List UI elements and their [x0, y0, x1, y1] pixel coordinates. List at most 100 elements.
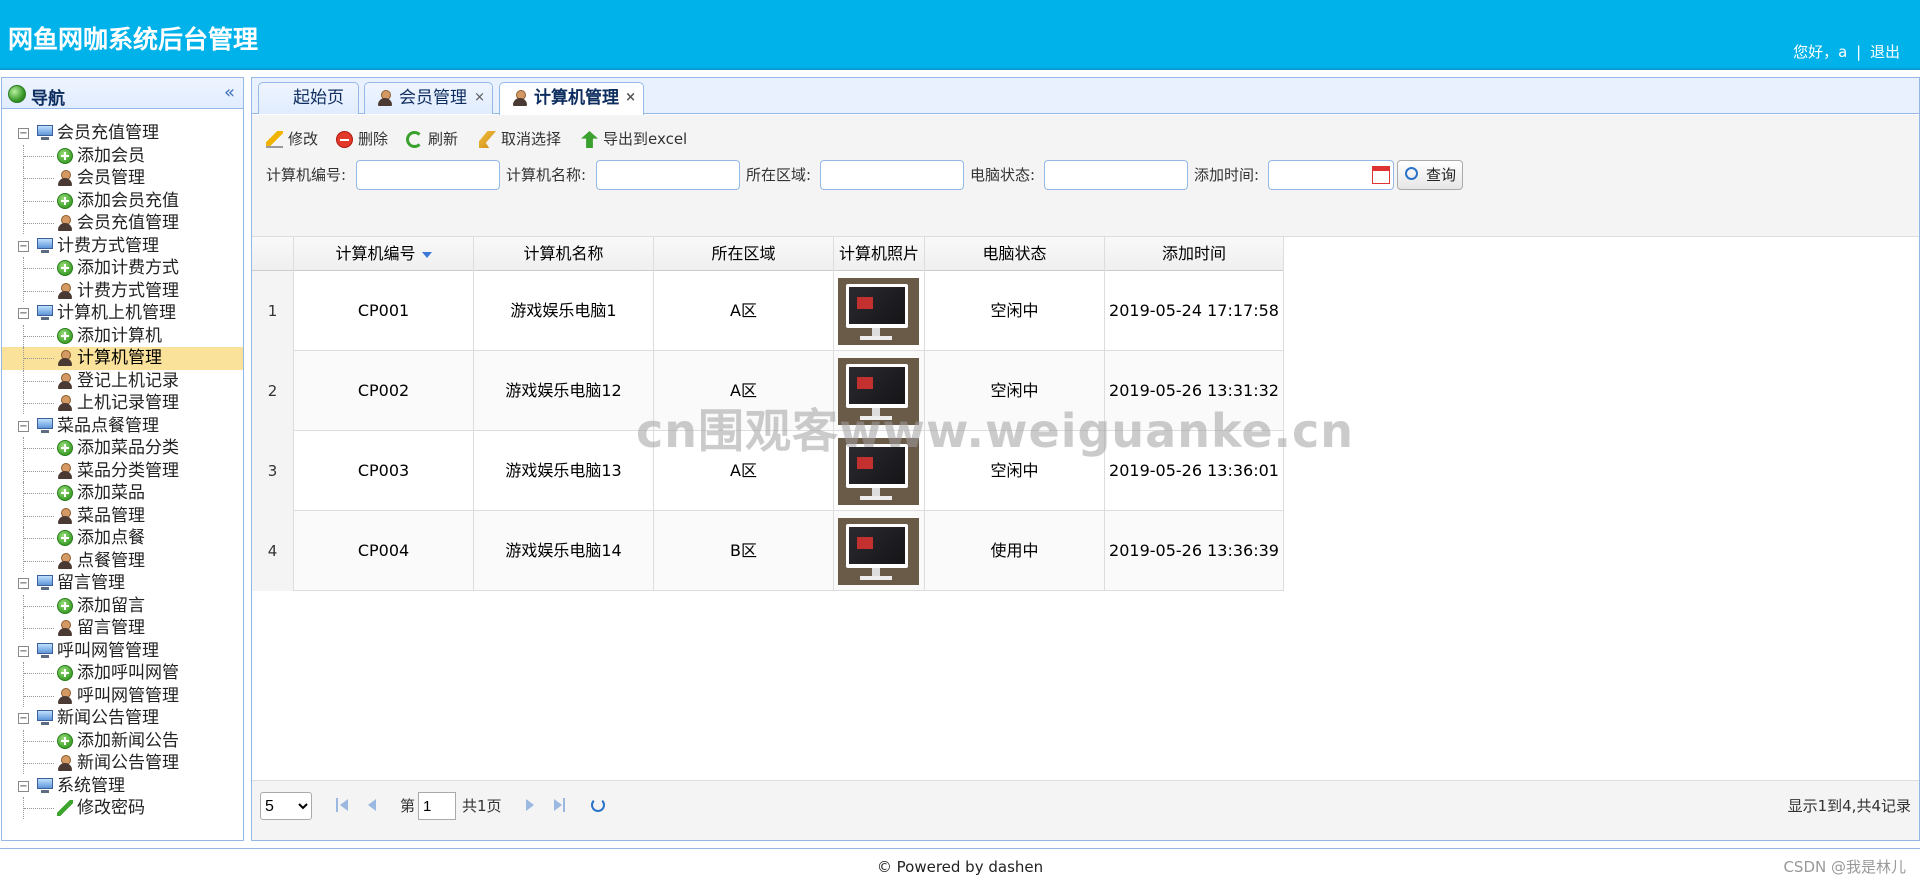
refresh-icon: [406, 131, 423, 148]
tree-line: [24, 290, 54, 292]
nav-item[interactable]: 计费方式管理: [2, 279, 243, 303]
calendar-icon[interactable]: [1372, 166, 1390, 184]
query-button[interactable]: 查询: [1397, 160, 1463, 190]
collapse-icon[interactable]: «: [224, 82, 235, 103]
sort-desc-icon: [421, 251, 432, 258]
nav-item[interactable]: 点餐管理: [2, 549, 243, 573]
column-header[interactable]: 电脑状态: [925, 237, 1105, 271]
nav-group[interactable]: − 计费方式管理: [2, 235, 243, 258]
collapse-toggle-icon[interactable]: −: [18, 713, 29, 724]
table-row[interactable]: 1 CP001 游戏娱乐电脑1 A区 空闲中 2019-05-24 17:17:58: [252, 271, 1284, 351]
add-icon: [57, 327, 73, 344]
nav-item[interactable]: 上机记录管理: [2, 392, 243, 415]
globe-icon: [8, 85, 26, 103]
add-icon: [57, 597, 73, 614]
status-input[interactable]: [1044, 160, 1188, 190]
computer-icon: [36, 305, 54, 320]
nav-group[interactable]: − 菜品点餐管理: [2, 415, 243, 438]
nav-group[interactable]: − 会员充值管理: [2, 122, 243, 145]
computer-icon: [36, 642, 54, 658]
nav-item-label: 新闻公告管理: [77, 753, 179, 773]
collapse-toggle-icon[interactable]: −: [18, 240, 29, 252]
filter-computer-name: 计算机名称:: [506, 160, 586, 190]
nav-item[interactable]: 添加点餐: [2, 527, 243, 550]
reload-icon[interactable]: [591, 798, 605, 812]
tab-member-manage[interactable]: 会员管理 ×: [364, 82, 493, 114]
table-cell: 2019-05-26 13:36:39: [1105, 511, 1284, 591]
nav-item[interactable]: 新闻公告管理: [2, 752, 243, 775]
nav-item[interactable]: 菜品分类管理: [2, 459, 243, 483]
nav-item[interactable]: 呼叫网管管理: [2, 684, 243, 708]
column-header[interactable]: 计算机编号: [294, 237, 474, 271]
collapse-toggle-icon[interactable]: −: [18, 128, 29, 139]
collapse-toggle-icon[interactable]: −: [18, 308, 29, 319]
nav-item[interactable]: 计算机管理: [2, 347, 243, 370]
column-header[interactable]: 计算机名称: [474, 237, 654, 271]
nav-group[interactable]: − 新闻公告管理: [2, 707, 243, 730]
nav-item[interactable]: 添加新闻公告: [2, 729, 243, 753]
tab-close-icon[interactable]: ×: [474, 83, 485, 113]
filter-label: 计算机名称:: [506, 166, 587, 184]
nav-item[interactable]: 添加呼叫网管: [2, 662, 243, 685]
tab-home[interactable]: 起始页: [258, 82, 359, 114]
csdn-watermark: CSDN @我是林儿: [1783, 858, 1906, 876]
nav-item[interactable]: 添加会员充值: [2, 189, 243, 213]
computer-icon: [36, 575, 54, 590]
nav-item[interactable]: 添加计算机: [2, 324, 243, 348]
nav-item[interactable]: 修改密码: [2, 797, 243, 820]
collapse-toggle-icon[interactable]: −: [18, 780, 29, 792]
nav-item[interactable]: 添加菜品: [2, 482, 243, 505]
nav-item-label: 呼叫网管管理: [77, 685, 179, 706]
next-page-icon[interactable]: [525, 798, 537, 812]
table-row[interactable]: 4 CP004 游戏娱乐电脑14 B区 使用中 2019-05-26 13:36:39: [252, 511, 1284, 591]
logout-link[interactable]: 退出: [1870, 43, 1900, 61]
collapse-toggle-icon[interactable]: −: [18, 420, 29, 432]
nav-group[interactable]: − 计算机上机管理: [2, 302, 243, 325]
add-icon: [57, 147, 73, 164]
nav-item-label: 添加呼叫网管: [77, 663, 179, 683]
nav-header: 导航 «: [2, 78, 243, 109]
computer-no-input[interactable]: [356, 160, 500, 190]
tab-label: 计算机管理: [534, 88, 619, 108]
area-input[interactable]: [820, 160, 964, 190]
nav-item-label: 菜品管理: [77, 505, 145, 526]
computer-name-input[interactable]: [596, 160, 740, 190]
nav-item[interactable]: 会员管理: [2, 167, 243, 190]
tree-line: [24, 335, 54, 337]
filter-computer-no: 计算机编号:: [266, 160, 346, 190]
column-header[interactable]: 所在区域: [654, 237, 834, 271]
collapse-toggle-icon[interactable]: −: [18, 578, 29, 589]
tree-line: [24, 155, 54, 157]
nav-group[interactable]: − 呼叫网管管理: [2, 640, 243, 663]
prev-page-icon[interactable]: [366, 798, 378, 812]
nav-item-label: 添加计费方式: [77, 258, 179, 278]
first-page-icon[interactable]: [336, 798, 348, 812]
user-icon: [512, 90, 528, 106]
tree-line: [24, 763, 54, 764]
column-header[interactable]: 添加时间: [1105, 237, 1284, 271]
nav-group-label: 系统管理: [57, 775, 125, 796]
user-icon: [57, 395, 73, 411]
column-header[interactable]: 计算机照片: [834, 237, 925, 271]
nav-item[interactable]: 添加计费方式: [2, 257, 243, 280]
button-label: 刷新: [428, 130, 459, 148]
tree-line: [24, 178, 54, 179]
toolbar: 修改 删除 刷新 取消选择 导出到excel 计算机编号: 计算机名称: 所在区…: [252, 115, 1919, 237]
nav-item[interactable]: 添加菜品分类: [2, 437, 243, 460]
nav-item[interactable]: 添加会员: [2, 144, 243, 168]
delete-icon: [336, 131, 353, 148]
pager: 5 第 共1页 显示1到4,共4记录: [252, 780, 1919, 840]
page-size-select[interactable]: 5: [260, 792, 312, 820]
tab-computer-manage[interactable]: 计算机管理 ×: [499, 82, 644, 115]
tab-close-icon[interactable]: ×: [625, 83, 636, 113]
last-page-icon[interactable]: [553, 798, 565, 812]
nav-group[interactable]: − 系统管理: [2, 775, 243, 798]
nav-item[interactable]: 会员充值管理: [2, 212, 243, 235]
nav-item[interactable]: 登记上机记录: [2, 369, 243, 393]
collapse-toggle-icon[interactable]: −: [18, 645, 29, 657]
nav-item[interactable]: 菜品管理: [2, 504, 243, 528]
page-number-input[interactable]: [418, 792, 456, 820]
nav-item[interactable]: 留言管理: [2, 617, 243, 640]
nav-item[interactable]: 添加留言: [2, 594, 243, 618]
nav-group[interactable]: − 留言管理: [2, 572, 243, 595]
